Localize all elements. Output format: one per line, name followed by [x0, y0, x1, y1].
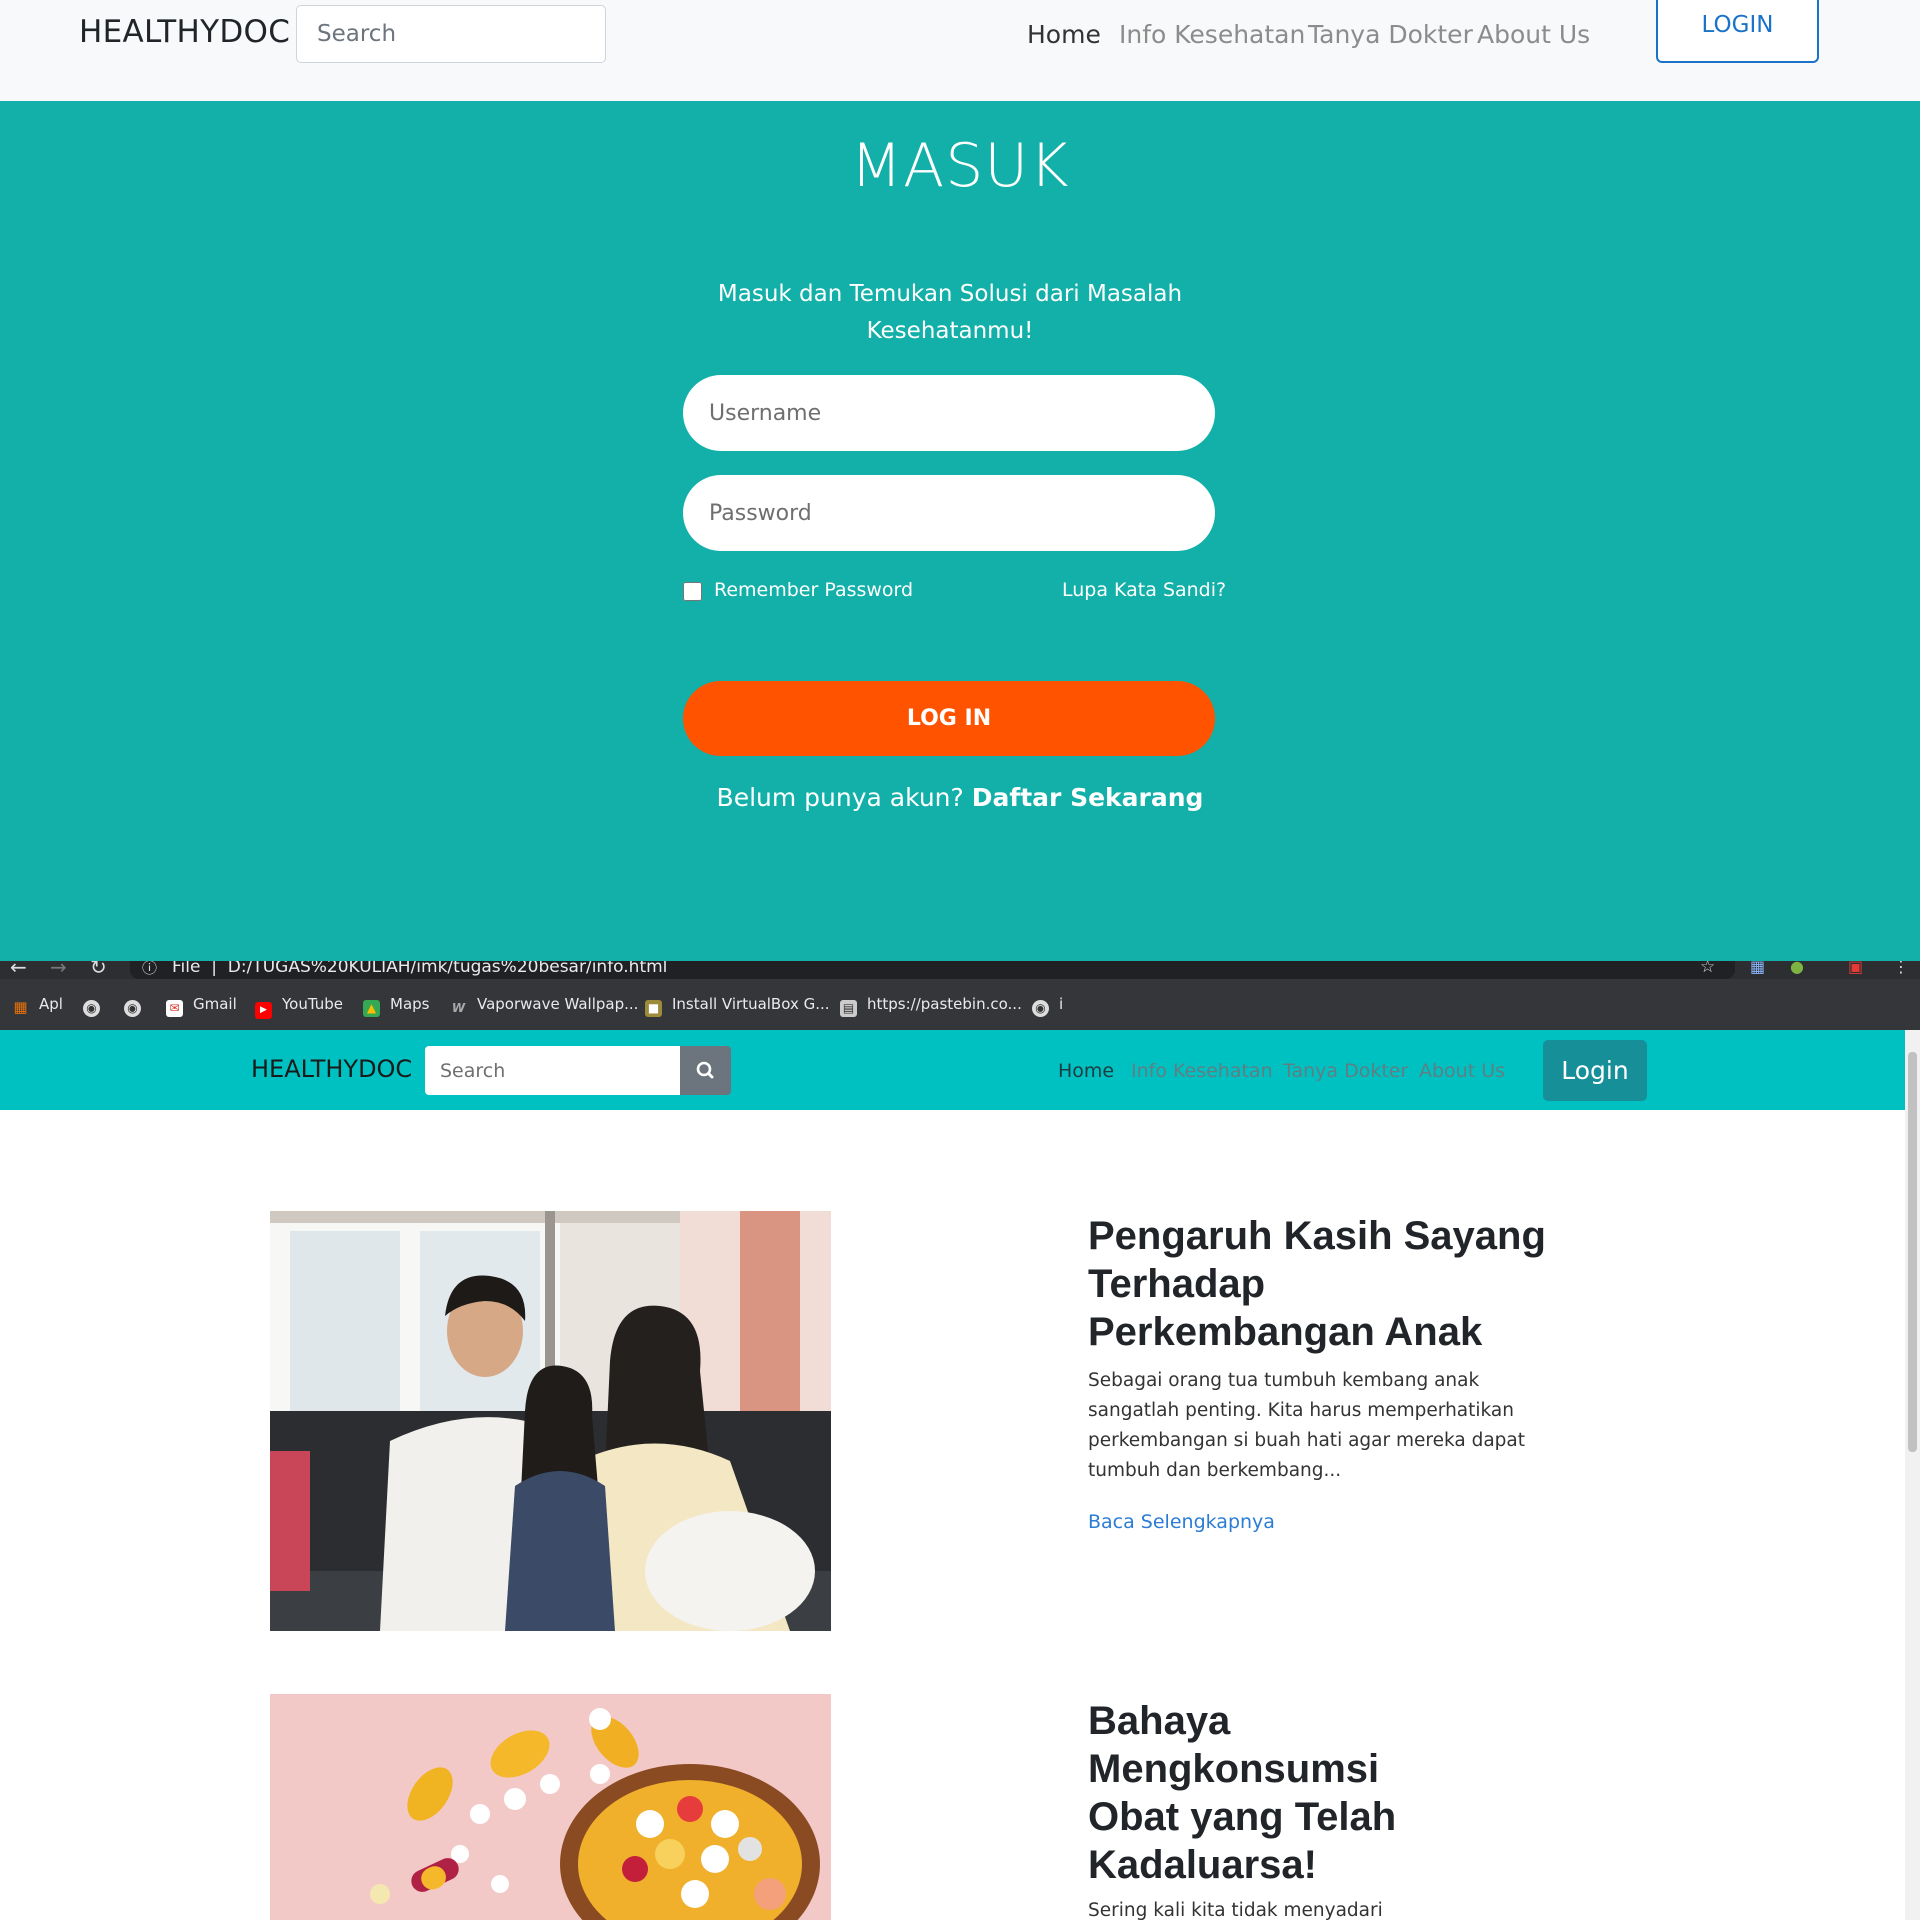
forgot-password-link[interactable]: Lupa Kata Sandi?: [1062, 579, 1226, 601]
translate-icon[interactable]: ▦: [1750, 961, 1765, 976]
globe-icon: ◉: [124, 1000, 141, 1017]
bookmark-globe-1[interactable]: ◉: [83, 995, 110, 1017]
top-navbar: HEALTHYDOC Home Info Kesehatan Tanya Dok…: [0, 0, 1920, 101]
remember-password-label[interactable]: Remember Password: [714, 579, 913, 601]
extension-icon[interactable]: ●: [1790, 961, 1804, 976]
address-bar[interactable]: ⓘ File | D:/TUGAS%20KULIAH/imk/tugas%20b…: [130, 961, 1735, 979]
pastebin-icon: ▤: [840, 1000, 857, 1017]
bookmark-youtube[interactable]: ▶ YouTube: [255, 995, 343, 1019]
nav-link-info-kesehatan[interactable]: Info Kesehatan: [1131, 1060, 1273, 1082]
menu-kebab-icon[interactable]: ⋮: [1893, 961, 1909, 976]
bookmark-label: Vaporwave Wallpap...: [477, 995, 639, 1013]
search-icon: [696, 1061, 714, 1079]
apps-grid-icon: ▦: [13, 998, 28, 1016]
page-title: MASUK: [850, 131, 1070, 201]
bookmark-label: Gmail: [193, 995, 237, 1013]
page-scrollbar[interactable]: [1905, 1030, 1920, 1920]
article-excerpt: Sebagai orang tua tumbuh kembang anak sa…: [1088, 1370, 1525, 1481]
bookmark-label: i: [1059, 995, 1064, 1013]
signup-prompt-text: Belum punya akun?: [716, 783, 964, 812]
bookmark-maps[interactable]: ▲ Maps: [363, 995, 429, 1017]
maps-icon: ▲: [363, 1000, 380, 1017]
login-button[interactable]: LOGIN: [1656, 0, 1819, 63]
bookmark-pastebin[interactable]: ▤ https://pastebin.co...: [840, 995, 1022, 1017]
bookmark-label: https://pastebin.co...: [867, 995, 1022, 1013]
search-input[interactable]: [425, 1046, 681, 1095]
remember-password-checkbox[interactable]: [683, 582, 702, 601]
scrollbar-thumb[interactable]: [1908, 1052, 1917, 1452]
login-hero: MASUK Masuk dan Temukan Solusi dari Masa…: [0, 101, 1920, 961]
nav-link-about-us[interactable]: About Us: [1477, 20, 1590, 49]
article-excerpt: Sering kali kita tidak menyadari: [1088, 1900, 1383, 1921]
bookmark-globe-2[interactable]: ◉: [124, 995, 151, 1017]
nav-link-about-us[interactable]: About Us: [1419, 1060, 1505, 1082]
read-more-link[interactable]: Baca Selengkapnya: [1088, 1511, 1275, 1533]
url-text: File | D:/TUGAS%20KULIAH/imk/tugas%20bes…: [172, 961, 667, 977]
info-navbar: HEALTHYDOC Home Info Kesehatan Tanya Dok…: [0, 1030, 1920, 1110]
pills-photo: [270, 1694, 831, 1920]
virtualbox-icon: ■: [645, 1000, 662, 1017]
bookmarks-bar: ▦ Apl ◉ ◉ ✉ Gmail ▶ YouTube ▲ Maps W Vaporwav…: [0, 979, 1920, 1030]
article-image-family[interactable]: [270, 1211, 831, 1631]
bookmark-label: YouTube: [282, 995, 343, 1013]
forward-icon[interactable]: →: [50, 961, 67, 979]
article-image-pills[interactable]: [270, 1694, 831, 1920]
reload-icon[interactable]: ↻: [90, 961, 107, 979]
nav-link-info-kesehatan[interactable]: Info Kesehatan: [1119, 20, 1305, 49]
bookmark-apps[interactable]: ▦ Apl: [12, 995, 63, 1016]
search-input[interactable]: [296, 5, 606, 63]
globe-icon: ◉: [83, 1000, 100, 1017]
username-input[interactable]: [683, 375, 1215, 451]
article-title[interactable]: Pengaruh Kasih Sayang Terhadap Perkemban…: [1088, 1212, 1558, 1356]
info-icon[interactable]: ⓘ: [142, 961, 157, 978]
login-button[interactable]: Login: [1543, 1040, 1647, 1101]
back-icon[interactable]: ←: [10, 961, 27, 979]
search-button[interactable]: [680, 1046, 731, 1095]
nav-link-home[interactable]: Home: [1027, 20, 1101, 49]
bookmark-vaporwave[interactable]: W Vaporwave Wallpap...: [450, 995, 639, 1017]
bookmark-globe-3[interactable]: ◉ i: [1032, 995, 1063, 1017]
bookmark-label: Install VirtualBox G...: [672, 995, 830, 1013]
bookmark-gmail[interactable]: ✉ Gmail: [166, 995, 237, 1017]
signup-prompt: Belum punya akun? Daftar Sekarang: [0, 783, 1920, 812]
browser-toolbar: ← → ↻ ⓘ File | D:/TUGAS%20KULIAH/imk/tug…: [0, 961, 1920, 979]
bookmark-label: Maps: [390, 995, 430, 1013]
globe-icon: ◉: [1032, 1000, 1049, 1017]
bookmark-star-icon[interactable]: ☆: [1700, 961, 1715, 977]
url-path: D:/TUGAS%20KULIAH/imk/tugas%20besar/info…: [227, 961, 668, 977]
url-scheme: File: [172, 961, 201, 977]
nav-link-home[interactable]: Home: [1058, 1060, 1114, 1082]
nav-link-tanya-dokter[interactable]: Tanya Dokter: [1308, 20, 1473, 49]
brand-logo[interactable]: HEALTHYDOC: [79, 14, 290, 50]
signup-link[interactable]: Daftar Sekarang: [972, 783, 1204, 812]
bookmark-virtualbox[interactable]: ■ Install VirtualBox G...: [645, 995, 830, 1017]
login-button-label: LOGIN: [1701, 11, 1774, 38]
gmail-icon: ✉: [166, 1000, 183, 1017]
log-in-submit-button[interactable]: LOG IN: [683, 681, 1215, 756]
youtube-icon: ▶: [255, 1002, 272, 1019]
nav-link-tanya-dokter[interactable]: Tanya Dokter: [1283, 1060, 1408, 1082]
article-title[interactable]: Bahaya Mengkonsumsi Obat yang Telah Kada…: [1088, 1697, 1408, 1889]
w-logo-icon: W: [451, 1001, 466, 1015]
brand-logo[interactable]: HEALTHYDOC: [251, 1055, 412, 1083]
family-photo: [270, 1211, 831, 1631]
login-subtitle: Masuk dan Temukan Solusi dari Masalah Ke…: [717, 281, 1183, 344]
bookmark-label: Apl: [39, 995, 63, 1013]
password-input[interactable]: [683, 475, 1215, 551]
pdf-extension-icon[interactable]: ▣: [1848, 961, 1863, 976]
